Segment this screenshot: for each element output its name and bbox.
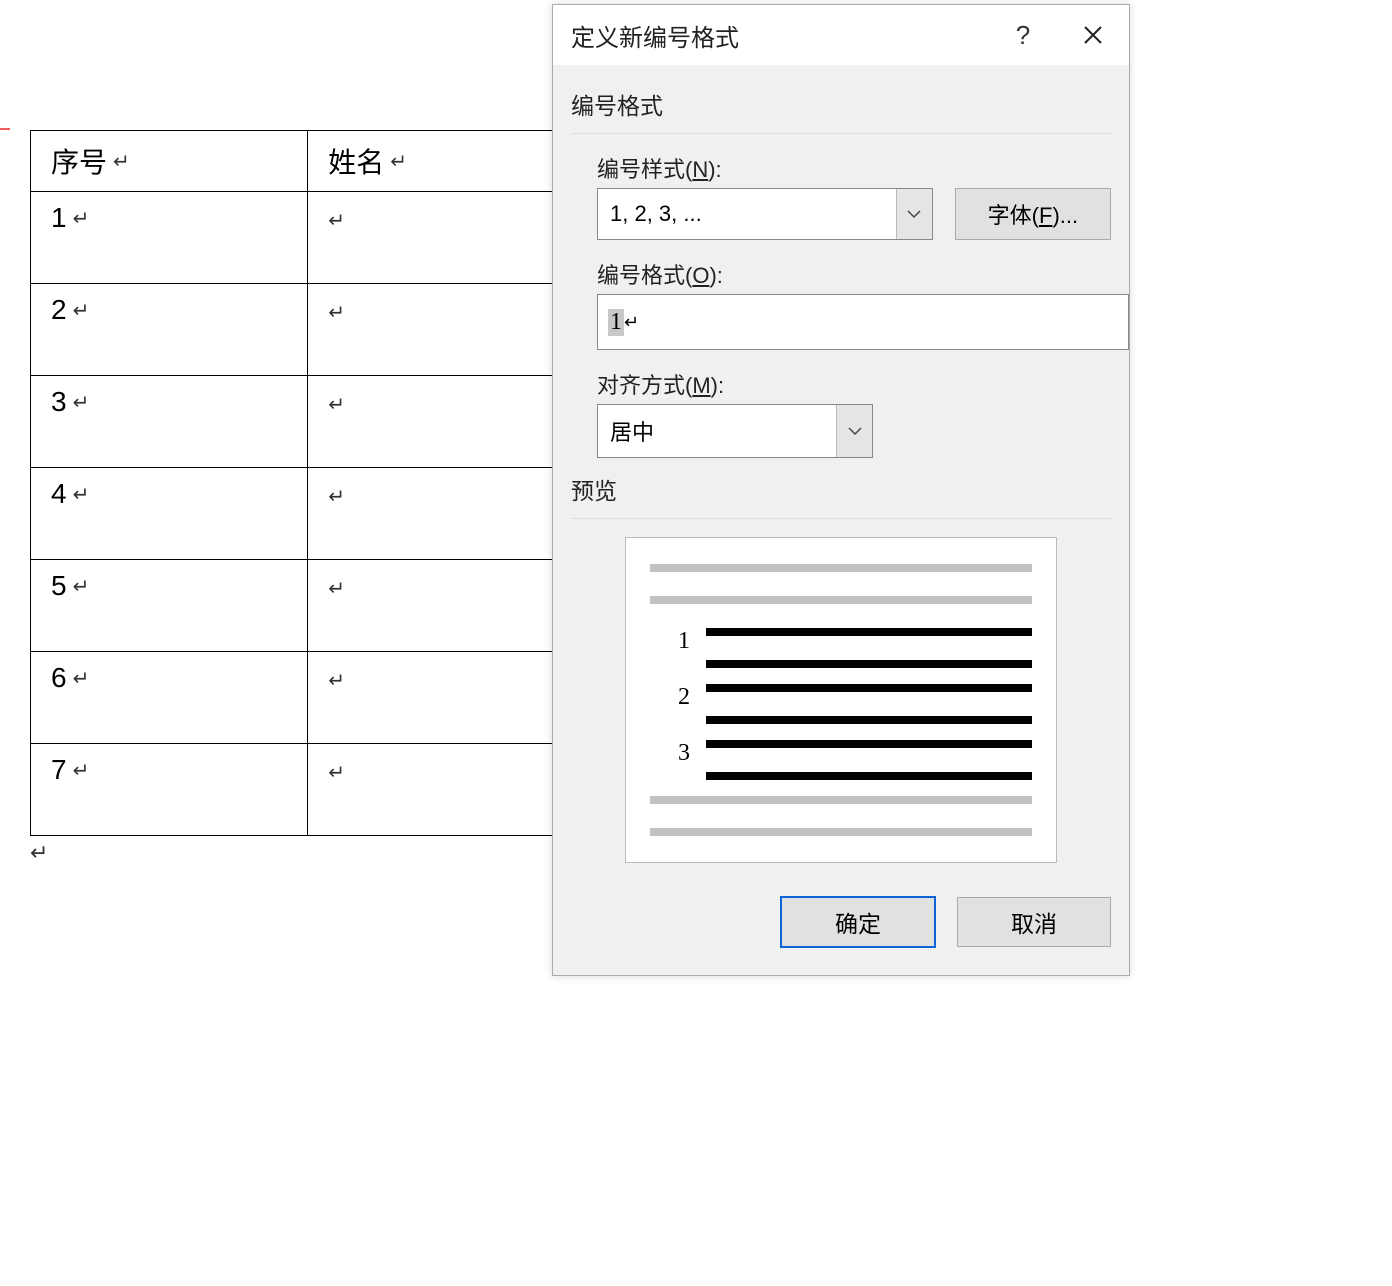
paragraph-mark-icon: ↵ bbox=[73, 574, 90, 599]
row-number: 3 bbox=[51, 386, 67, 418]
help-button[interactable]: ? bbox=[1003, 15, 1043, 55]
font-button[interactable]: 字体(F)... bbox=[955, 188, 1111, 240]
preview-context-line bbox=[650, 796, 1032, 804]
divider bbox=[571, 133, 1111, 134]
dialog-footer: 确定 取消 bbox=[553, 883, 1129, 975]
preview-panel: 1 2 3 bbox=[625, 537, 1057, 863]
paragraph-mark-icon: ↵ bbox=[328, 484, 345, 509]
paragraph-mark-icon: ↵ bbox=[390, 149, 407, 174]
row-number: 2 bbox=[51, 294, 67, 326]
paragraph-mark-icon: ↵ bbox=[624, 312, 639, 333]
cancel-button[interactable]: 取消 bbox=[957, 897, 1111, 947]
preview-context-line bbox=[650, 596, 1032, 604]
paragraph-mark-icon: ↵ bbox=[73, 206, 90, 231]
close-icon bbox=[1083, 25, 1103, 45]
alignment-dropdown[interactable]: 居中 bbox=[597, 404, 873, 458]
help-icon: ? bbox=[1016, 20, 1030, 51]
ok-label: 确定 bbox=[835, 905, 881, 939]
table-header: 序号↵ bbox=[31, 131, 308, 192]
format-value: 1 bbox=[608, 309, 624, 336]
chevron-down-icon bbox=[836, 405, 872, 457]
header-label: 序号 bbox=[51, 141, 107, 181]
preview-number: 3 bbox=[650, 740, 690, 767]
paragraph-mark-icon: ↵ bbox=[328, 760, 345, 785]
dropdown-value: 居中 bbox=[598, 415, 836, 447]
row-number: 6 bbox=[51, 662, 67, 694]
preview-context-line bbox=[650, 564, 1032, 572]
divider bbox=[571, 518, 1111, 519]
dropdown-value: 1, 2, 3, ... bbox=[598, 201, 896, 227]
chevron-down-icon bbox=[896, 189, 932, 239]
number-style-label: 编号样式(N): bbox=[597, 152, 1111, 184]
dialog-titlebar: 定义新编号格式 ? bbox=[553, 5, 1129, 65]
define-number-format-dialog: 定义新编号格式 ? 编号格式 编号样式(N): 1, 2, 3, ... bbox=[552, 4, 1130, 976]
paragraph-mark-icon: ↵ bbox=[328, 392, 345, 417]
section-label-format: 编号格式 bbox=[571, 73, 1111, 125]
preview-item: 2 bbox=[650, 684, 1032, 724]
dialog-title: 定义新编号格式 bbox=[571, 18, 1003, 53]
paragraph-mark-icon: ↵ bbox=[73, 298, 90, 323]
paragraph-mark-icon: ↵ bbox=[328, 208, 345, 233]
paragraph-mark-icon: ↵ bbox=[30, 840, 48, 866]
row-number: 5 bbox=[51, 570, 67, 602]
number-style-dropdown[interactable]: 1, 2, 3, ... bbox=[597, 188, 933, 240]
paragraph-mark-icon: ↵ bbox=[113, 149, 130, 174]
paragraph-mark-icon: ↵ bbox=[328, 300, 345, 325]
header-label: 姓名 bbox=[328, 141, 384, 181]
ok-button[interactable]: 确定 bbox=[781, 897, 935, 947]
font-button-label: 字体(F)... bbox=[988, 198, 1078, 230]
close-button[interactable] bbox=[1073, 15, 1113, 55]
ruler-mark bbox=[0, 128, 10, 130]
cancel-label: 取消 bbox=[1011, 905, 1057, 939]
preview-context-line bbox=[650, 828, 1032, 836]
preview-item: 3 bbox=[650, 740, 1032, 780]
paragraph-mark-icon: ↵ bbox=[73, 482, 90, 507]
preview-item: 1 bbox=[650, 628, 1032, 668]
paragraph-mark-icon: ↵ bbox=[328, 576, 345, 601]
row-number: 7 bbox=[51, 754, 67, 786]
row-number: 4 bbox=[51, 478, 67, 510]
preview-number: 2 bbox=[650, 684, 690, 711]
number-format-label: 编号格式(O): bbox=[597, 258, 1111, 290]
row-number: 1 bbox=[51, 202, 67, 234]
alignment-label: 对齐方式(M): bbox=[597, 368, 1111, 400]
paragraph-mark-icon: ↵ bbox=[73, 758, 90, 783]
number-format-input[interactable]: 1↵ bbox=[597, 294, 1129, 350]
paragraph-mark-icon: ↵ bbox=[73, 390, 90, 415]
paragraph-mark-icon: ↵ bbox=[73, 666, 90, 691]
paragraph-mark-icon: ↵ bbox=[328, 668, 345, 693]
preview-number: 1 bbox=[650, 628, 690, 655]
section-label-preview: 预览 bbox=[571, 458, 1111, 510]
